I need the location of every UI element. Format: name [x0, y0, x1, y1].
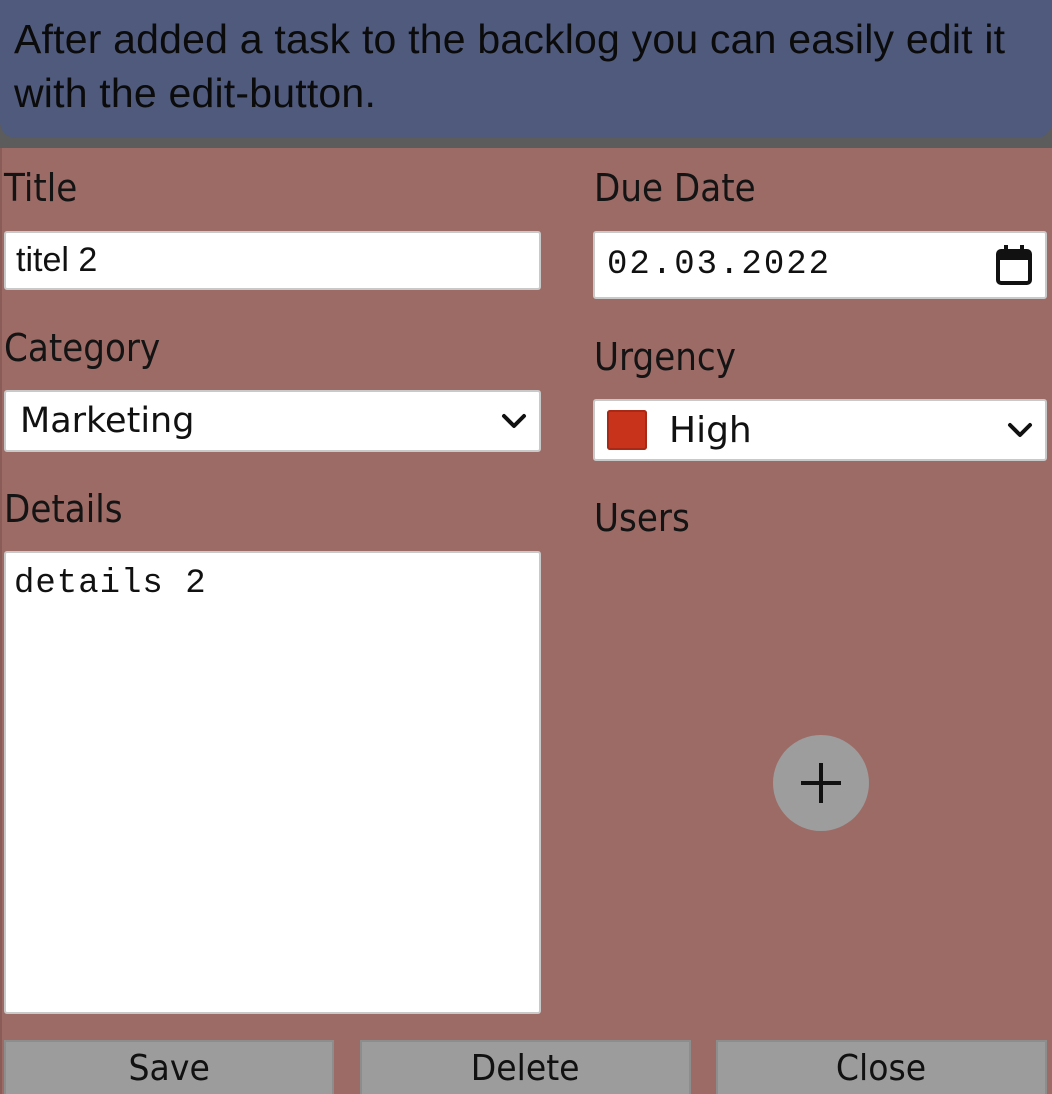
- chevron-down-icon: [502, 414, 526, 428]
- category-select[interactable]: Marketing: [4, 390, 541, 452]
- due-date-input[interactable]: 02.03.2022: [593, 231, 1047, 299]
- title-label: Title: [4, 166, 78, 210]
- save-button-label: Save: [128, 1048, 210, 1089]
- calendar-icon[interactable]: [995, 244, 1033, 286]
- details-textarea-value: details 2: [14, 565, 207, 603]
- delete-button-label: Delete: [471, 1048, 580, 1089]
- details-textarea[interactable]: details 2: [4, 551, 541, 1014]
- delete-button[interactable]: Delete: [360, 1040, 691, 1094]
- details-label: Details: [4, 487, 123, 531]
- title-input-value: titel 2: [16, 241, 98, 279]
- chevron-down-icon: [1008, 423, 1032, 437]
- due-date-value: 02.03.2022: [607, 246, 832, 284]
- add-user-button[interactable]: [773, 735, 869, 831]
- urgency-select[interactable]: High: [593, 399, 1047, 461]
- urgency-label: Urgency: [594, 335, 736, 379]
- urgency-color-swatch: [607, 410, 647, 450]
- category-label: Category: [4, 326, 161, 370]
- urgency-select-value: High: [669, 409, 752, 451]
- due-date-label: Due Date: [594, 166, 756, 210]
- users-label: Users: [594, 496, 690, 540]
- close-button[interactable]: Close: [716, 1040, 1047, 1094]
- tip-banner: After added a task to the backlog you ca…: [0, 0, 1052, 138]
- title-input[interactable]: titel 2: [4, 231, 541, 290]
- category-select-value: Marketing: [20, 401, 195, 441]
- close-button-label: Close: [836, 1048, 927, 1089]
- tip-text: After added a task to the backlog you ca…: [14, 16, 1006, 116]
- plus-icon: [801, 763, 841, 803]
- save-button[interactable]: Save: [4, 1040, 334, 1094]
